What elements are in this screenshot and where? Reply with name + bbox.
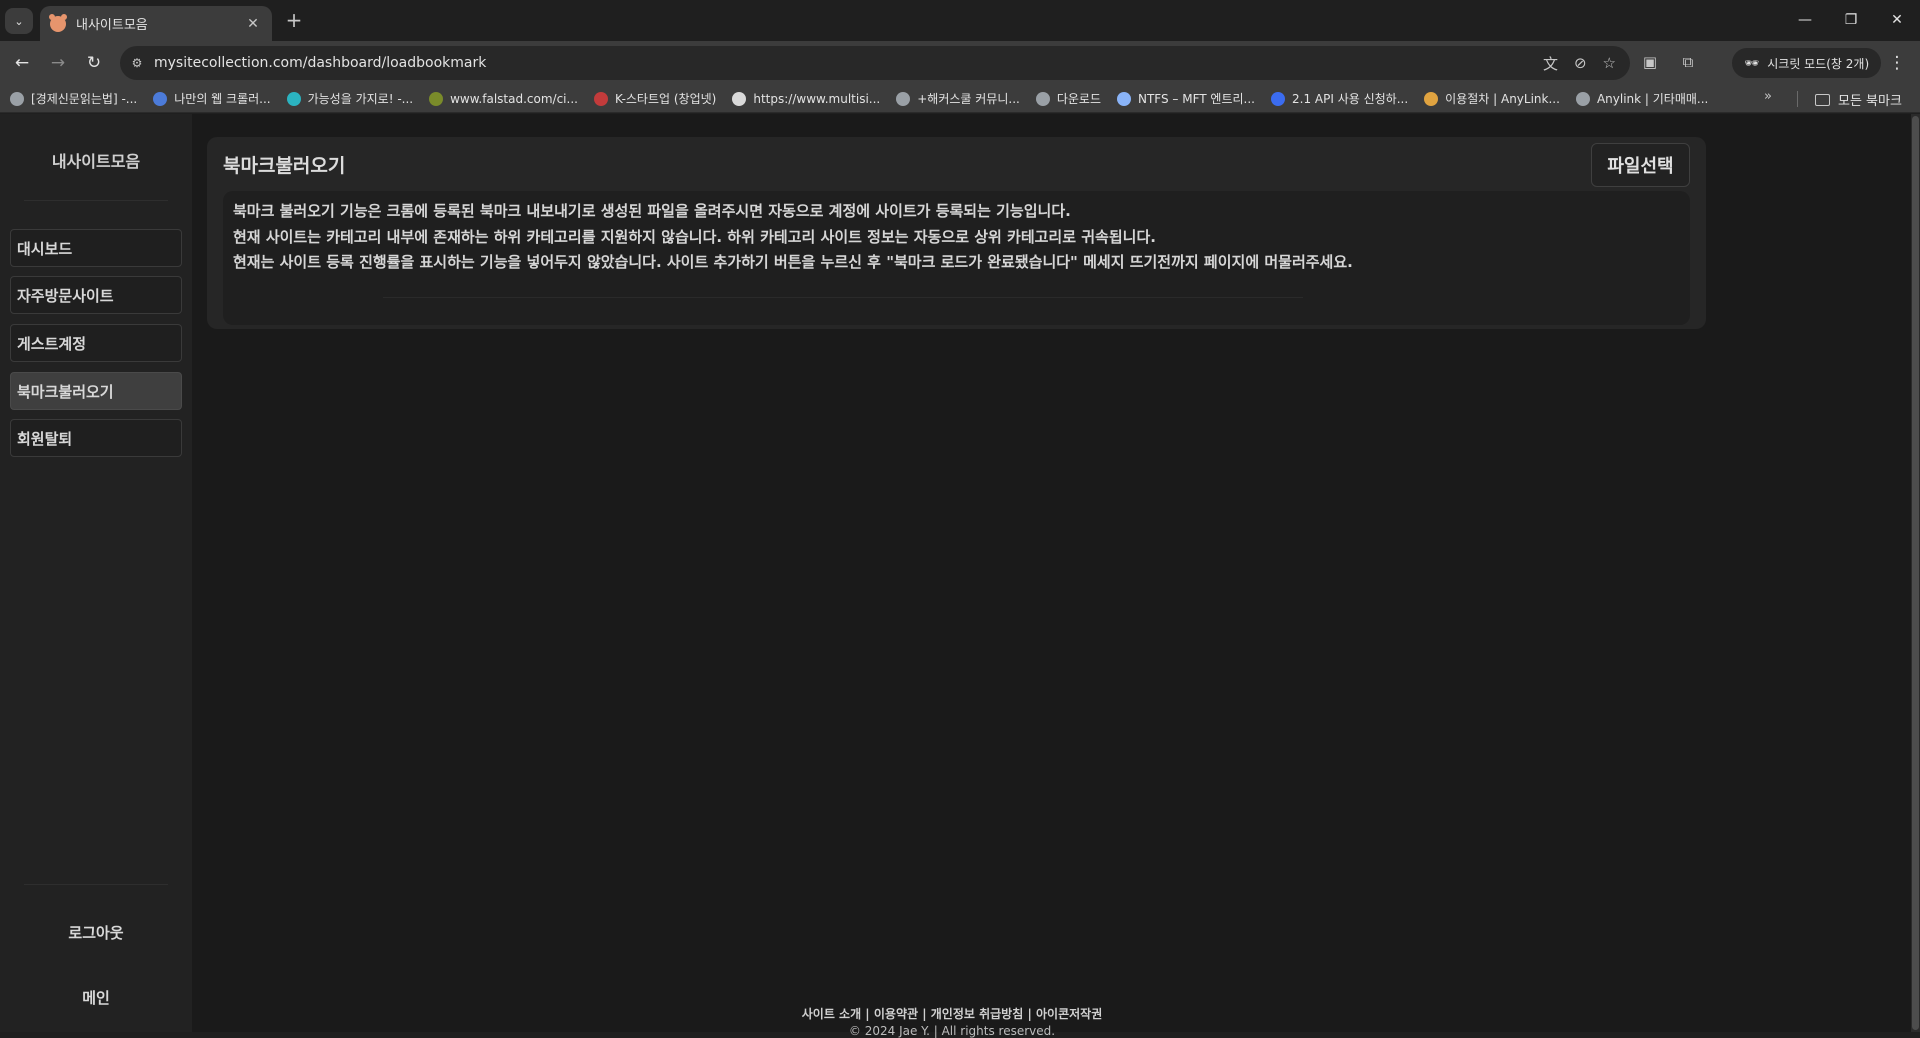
window-controls: — ❐ ✕ [1782, 0, 1920, 40]
bookmark-favicon-icon [286, 91, 301, 106]
main-link[interactable]: 메인 [0, 987, 192, 1008]
bookmark-item[interactable]: Anylink | 기타매매... [1575, 90, 1709, 107]
back-icon[interactable]: ← [8, 49, 36, 77]
address-bar[interactable]: ⚙ mysitecollection.com/dashboard/loadboo… [120, 46, 1630, 80]
info-line: 북마크 불러오기 기능은 크롬에 등록된 북마크 내보내기로 생성된 파일을 올… [233, 202, 1071, 220]
restore-icon[interactable]: ❐ [1828, 0, 1874, 40]
bookmark-item[interactable]: K-스타트업 (창업넷) [593, 90, 717, 107]
incognito-indicator[interactable]: 🕶 시크릿 모드(창 2개) [1732, 48, 1882, 78]
bookmark-item[interactable]: NTFS – MFT 엔트리... [1117, 90, 1255, 107]
sidebar: 내사이트모음 대시보드 자주방문사이트 게스트계정 북마크불러오기 회원탈퇴 로… [0, 114, 192, 1032]
sidebar-divider [24, 200, 168, 201]
bookmark-favicon-icon [10, 91, 24, 106]
bookmark-favicon-icon [1117, 91, 1131, 106]
window-close-icon[interactable]: ✕ [1874, 0, 1920, 40]
browser-tab[interactable]: 내사이트모음 ✕ [40, 6, 272, 41]
bookmark-favicon-icon [1424, 91, 1439, 106]
info-box: 북마크 불러오기 기능은 크롬에 등록된 북마크 내보내기로 생성된 파일을 올… [223, 191, 1690, 325]
scrollbar[interactable] [1911, 114, 1920, 1032]
new-tab-button[interactable]: + [282, 8, 306, 32]
forward-icon[interactable]: → [44, 49, 72, 77]
bookmark-label: 나만의 웹 크롤러... [174, 92, 271, 106]
bookmarks-list: [경제신문읽는법] -... 나만의 웹 크롤러... 가능성을 가지로! -...… [10, 90, 1724, 107]
info-rule [383, 297, 1303, 298]
translate-icon[interactable]: 文 [1543, 53, 1558, 74]
bookmark-label: Anylink | 기타매매... [1596, 92, 1709, 106]
bookmark-label: https://www.multisi... [753, 91, 881, 106]
bookmark-favicon-icon [593, 91, 608, 106]
bookmark-item[interactable]: 나만의 웹 크롤러... [153, 90, 271, 107]
reload-icon[interactable]: ↻ [80, 49, 108, 77]
sidebar-item-withdraw[interactable]: 회원탈퇴 [10, 419, 182, 457]
folder-icon [1815, 93, 1830, 106]
incognito-icon: 🕶 [1744, 56, 1760, 70]
eye-off-icon[interactable]: ⊘ [1574, 54, 1587, 72]
sidebar-item-dashboard[interactable]: 대시보드 [10, 229, 182, 267]
star-icon[interactable]: ☆ [1603, 54, 1616, 72]
bookmark-item[interactable]: [경제신문읽는법] -... [10, 90, 137, 107]
bookmark-label: NTFS – MFT 엔트리... [1138, 92, 1255, 106]
sidebar-item-load-bookmarks[interactable]: 북마크불러오기 [10, 372, 182, 410]
all-bookmarks-button[interactable]: 모든 북마크 [1815, 90, 1902, 109]
file-select-button[interactable]: 파일선택 [1591, 143, 1690, 187]
info-line: 현재 사이트는 카테고리 내부에 존재하는 하위 카테고리를 지원하지 않습니다… [233, 227, 1156, 246]
url-text[interactable]: mysitecollection.com/dashboard/loadbookm… [154, 55, 1543, 71]
bookmark-favicon-icon [1035, 91, 1050, 106]
tab-title: 내사이트모음 [76, 18, 148, 33]
minimize-icon[interactable]: — [1782, 0, 1828, 40]
bookmark-favicon-icon [1271, 91, 1285, 106]
bookmark-favicon-icon [153, 91, 168, 106]
bookmark-item[interactable]: 다운로드 [1035, 90, 1101, 107]
bookmark-favicon-icon [896, 91, 911, 106]
tab-search-button[interactable]: ⌄ [5, 8, 33, 34]
bookmarks-bar: [경제신문읽는법] -... 나만의 웹 크롤러... 가능성을 가지로! -...… [0, 85, 1920, 113]
load-bookmark-card: 북마크불러오기 파일선택 북마크 불러오기 기능은 크롬에 등록된 북마크 내보… [207, 137, 1706, 329]
all-bookmarks-label: 모든 북마크 [1838, 94, 1902, 109]
more-menu-icon[interactable]: ⋮ [1885, 49, 1909, 77]
bookmark-label: 이용절차 | AnyLink... [1445, 92, 1560, 106]
chevron-double-right-icon[interactable]: » [1764, 89, 1772, 104]
bookmark-favicon-icon [1575, 91, 1590, 106]
page-viewport: 내사이트모음 대시보드 자주방문사이트 게스트계정 북마크불러오기 회원탈퇴 로… [0, 114, 1920, 1038]
bookmark-item[interactable]: 가능성을 가지로! -... [286, 90, 414, 107]
info-line: 현재는 사이트 등록 진행률을 표시하는 기능을 넣어두지 않았습니다. 사이트… [233, 253, 1353, 271]
page-title: 북마크불러오기 [223, 155, 346, 177]
close-icon[interactable]: ✕ [244, 16, 262, 32]
sidebar-divider-bottom [24, 884, 168, 885]
bookmark-label: 다운로드 [1056, 92, 1101, 106]
bear-favicon-icon [49, 13, 67, 32]
bookmark-label: +해커스쿨 커뮤니... [917, 92, 1020, 106]
incognito-label: 시크릿 모드(창 2개) [1767, 56, 1870, 71]
bookmark-label: www.falstad.com/ci... [450, 91, 578, 106]
sidebar-item-guest-account[interactable]: 게스트계정 [10, 324, 182, 362]
bookmark-favicon-icon [732, 91, 747, 106]
bookmark-item[interactable]: +해커스쿨 커뮤니... [896, 90, 1020, 107]
site-info-icon[interactable]: ⚙ [120, 56, 154, 70]
bookmark-favicon-icon [429, 91, 444, 106]
footer-copyright: © 2024 Jae Y. | All rights reserved. [848, 1024, 1056, 1038]
bookmark-label: K-스타트업 (창업넷) [614, 92, 717, 106]
bookmark-label: [경제신문읽는법] -... [31, 92, 138, 106]
browser-title-bar: ⌄ 내사이트모음 ✕ + — ❐ ✕ [0, 0, 1920, 41]
scrollbar-thumb[interactable] [1912, 116, 1919, 1030]
bookmarks-divider [1797, 91, 1798, 107]
footer-links[interactable]: 사이트 소개 | 이용약관 | 개인정보 취급방침 | 아이콘저작권 [192, 1005, 1712, 1022]
logout-link[interactable]: 로그아웃 [0, 922, 192, 943]
bookmark-label: 가능성을 가지로! -... [307, 92, 414, 106]
chevron-down-icon: ⌄ [14, 14, 24, 28]
bookmark-label: 2.1 API 사용 신청하... [1292, 92, 1409, 106]
puzzle-icon[interactable]: ⧉ [1678, 49, 1698, 75]
browser-toolbar: ← → ↻ ⚙ mysitecollection.com/dashboard/l… [0, 41, 1920, 85]
sidebar-item-frequent-sites[interactable]: 자주방문사이트 [10, 276, 182, 314]
bookmark-item[interactable]: https://www.multisi... [732, 91, 881, 106]
bookmark-item[interactable]: 2.1 API 사용 신청하... [1271, 90, 1408, 107]
extension-app-icon[interactable]: ▣ [1640, 49, 1660, 75]
bookmark-item[interactable]: www.falstad.com/ci... [429, 91, 578, 106]
brand-title[interactable]: 내사이트모음 [0, 148, 192, 172]
bookmark-item[interactable]: 이용절차 | AnyLink... [1424, 90, 1560, 107]
